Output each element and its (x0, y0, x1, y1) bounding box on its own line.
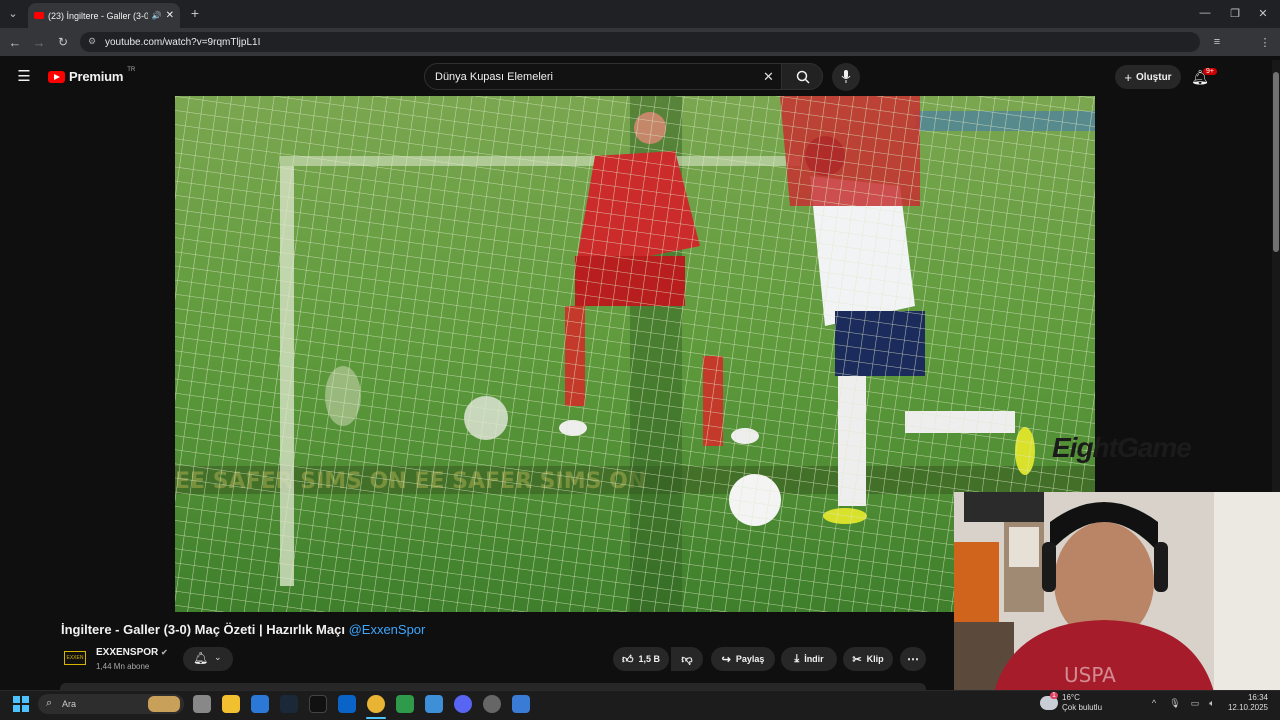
channel-name[interactable]: EXXENSPOR ✔ (96, 647, 168, 658)
microphone-icon (841, 70, 851, 83)
webcam-image: USPA (954, 492, 1280, 692)
active-app-indicator (366, 717, 386, 719)
create-label: Oluştur (1136, 71, 1172, 83)
search-input[interactable]: Dünya Kupası Elemeleri ✕ (424, 63, 788, 90)
webcam-overlay: USPA (954, 492, 1280, 692)
outlook-icon[interactable] (338, 695, 356, 713)
title-mention-link[interactable]: @ExxenSpor (349, 622, 426, 637)
subscriber-count: 1,44 Mn abone (96, 662, 150, 671)
download-label: İndir (804, 654, 824, 664)
file-explorer-icon[interactable] (222, 695, 240, 713)
like-button[interactable]: 👍︎ 1,5 B (613, 647, 669, 671)
restore-icon[interactable]: ❐ (1228, 6, 1242, 20)
tray-chevron-up-icon[interactable]: ^ (1148, 697, 1160, 709)
settings-gear-icon[interactable] (425, 695, 443, 713)
thumbs-up-icon: 👍︎ (621, 653, 634, 666)
channel-avatar-text: EXXEN (66, 655, 84, 661)
video-title-text: İngiltere - Galler (3-0) Maç Özeti | Haz… (61, 622, 345, 637)
tab-close-icon[interactable]: ✕ (166, 10, 174, 21)
svg-text:USPA: USPA (1064, 663, 1116, 687)
taskbar-search-icon: ⌕ (46, 697, 53, 709)
scissors-icon: ✂ (852, 653, 862, 666)
clock-time: 16:34 (1247, 693, 1268, 702)
discord-icon[interactable] (454, 695, 472, 713)
search-icon (796, 70, 810, 84)
watermark-logo: EightGame (1052, 432, 1192, 463)
weather-widget[interactable]: 16°C Çok bulutlu (1062, 693, 1102, 713)
taskbar-search[interactable]: ⌕ Ara (38, 694, 184, 714)
youtube-favicon-icon (34, 12, 44, 19)
download-icon: ⤓ (794, 652, 800, 665)
url-text: youtube.com/watch?v=9rqmTljpL1I (105, 36, 261, 48)
share-icon: ↪ (721, 653, 731, 666)
youtube-play-icon (48, 70, 65, 83)
dislike-button[interactable]: 👎︎ (671, 647, 703, 671)
youtube-logo[interactable]: Premium TR (48, 66, 136, 84)
subscription-bell-button[interactable]: 🔔︎ ⌄ (183, 647, 233, 671)
reload-icon[interactable]: ↻ (56, 35, 70, 49)
browser-menu-icon[interactable]: ⋮ (1258, 35, 1272, 49)
app-window-icon[interactable] (512, 695, 530, 713)
speaker-icon[interactable]: 🔊 (152, 11, 162, 20)
more-actions-button[interactable]: ⋯ (900, 647, 926, 671)
search-button[interactable] (781, 63, 823, 90)
xbox-icon[interactable] (396, 695, 414, 713)
video-title: İngiltere - Galler (3-0) Maç Özeti | Haz… (61, 622, 425, 637)
tab-title: (23) İngiltere - Galler (3-0) Maç Özeti (48, 10, 148, 21)
address-field[interactable]: ⚙ youtube.com/watch?v=9rqmTljpL1I (80, 32, 1200, 52)
reading-list-icon[interactable]: ≡ (1210, 35, 1224, 49)
temperature: 16°C (1062, 693, 1080, 702)
clock-date: 12.10.2025 (1227, 703, 1268, 712)
steam-icon[interactable] (280, 695, 298, 713)
site-info-icon[interactable]: ⚙ (88, 36, 96, 47)
tiktok-icon[interactable] (309, 695, 327, 713)
verified-icon: ✔ (161, 648, 168, 657)
bell-icon: 🔔︎ (193, 651, 209, 665)
plus-icon: + (1124, 69, 1133, 85)
channel-name-text: EXXENSPOR (96, 647, 159, 658)
back-icon[interactable]: ← (8, 35, 22, 50)
weather-badge: 1 (1050, 692, 1058, 699)
browser-tab-bar: ⌄ (23) İngiltere - Galler (3-0) Maç Özet… (0, 0, 1280, 28)
clip-label: Klip (866, 654, 884, 664)
new-tab-icon[interactable]: + (188, 5, 202, 21)
obs-icon[interactable] (483, 695, 501, 713)
like-count: 1,5 B (638, 654, 660, 664)
weather-text: Çok bulutlu (1062, 703, 1103, 712)
logo-text: Premium (69, 69, 124, 84)
search-highlight-icon (148, 696, 180, 712)
volume-icon[interactable]: 🔈︎ (1206, 697, 1218, 709)
minimize-icon[interactable]: — (1198, 6, 1212, 20)
hamburger-menu-icon[interactable]: ☰ (16, 68, 32, 85)
thumbs-down-icon: 👎︎ (681, 653, 693, 666)
channel-avatar[interactable]: EXXEN (64, 651, 86, 665)
clear-search-icon[interactable]: ✕ (763, 69, 774, 85)
window-close-icon[interactable]: ✕ (1256, 6, 1270, 20)
chrome-icon[interactable] (367, 695, 385, 713)
share-label: Paylaş (735, 654, 765, 664)
logo-region: TR (127, 66, 136, 73)
taskbar-search-placeholder: Ara (62, 699, 77, 709)
more-dots-icon: ⋯ (907, 652, 919, 666)
create-button[interactable]: + Oluştur (1115, 65, 1181, 89)
share-button[interactable]: ↪ Paylaş (711, 647, 775, 671)
search-query: Dünya Kupası Elemeleri (435, 70, 554, 83)
notification-badge: 9+ (1203, 68, 1217, 75)
task-view-icon[interactable] (193, 695, 211, 713)
microsoft-store-icon[interactable] (251, 695, 269, 713)
forward-icon[interactable]: → (32, 35, 46, 50)
microphone-tray-icon[interactable]: 🎙︎ (1169, 697, 1181, 709)
description-box[interactable] (60, 683, 926, 690)
browser-tab[interactable]: (23) İngiltere - Galler (3-0) Maç Özeti … (28, 3, 180, 28)
download-button[interactable]: ⤓ İndir (781, 647, 837, 671)
clip-button[interactable]: ✂ Klip (843, 647, 893, 671)
chevron-down-icon: ⌄ (214, 652, 222, 662)
windows-start-icon[interactable] (13, 696, 29, 712)
taskbar-clock[interactable]: 16:34 12.10.2025 (1226, 693, 1268, 713)
network-icon[interactable]: ▭ (1189, 697, 1201, 709)
voice-search-button[interactable] (832, 63, 860, 91)
tab-search-chevron-icon[interactable]: ⌄ (6, 6, 20, 20)
